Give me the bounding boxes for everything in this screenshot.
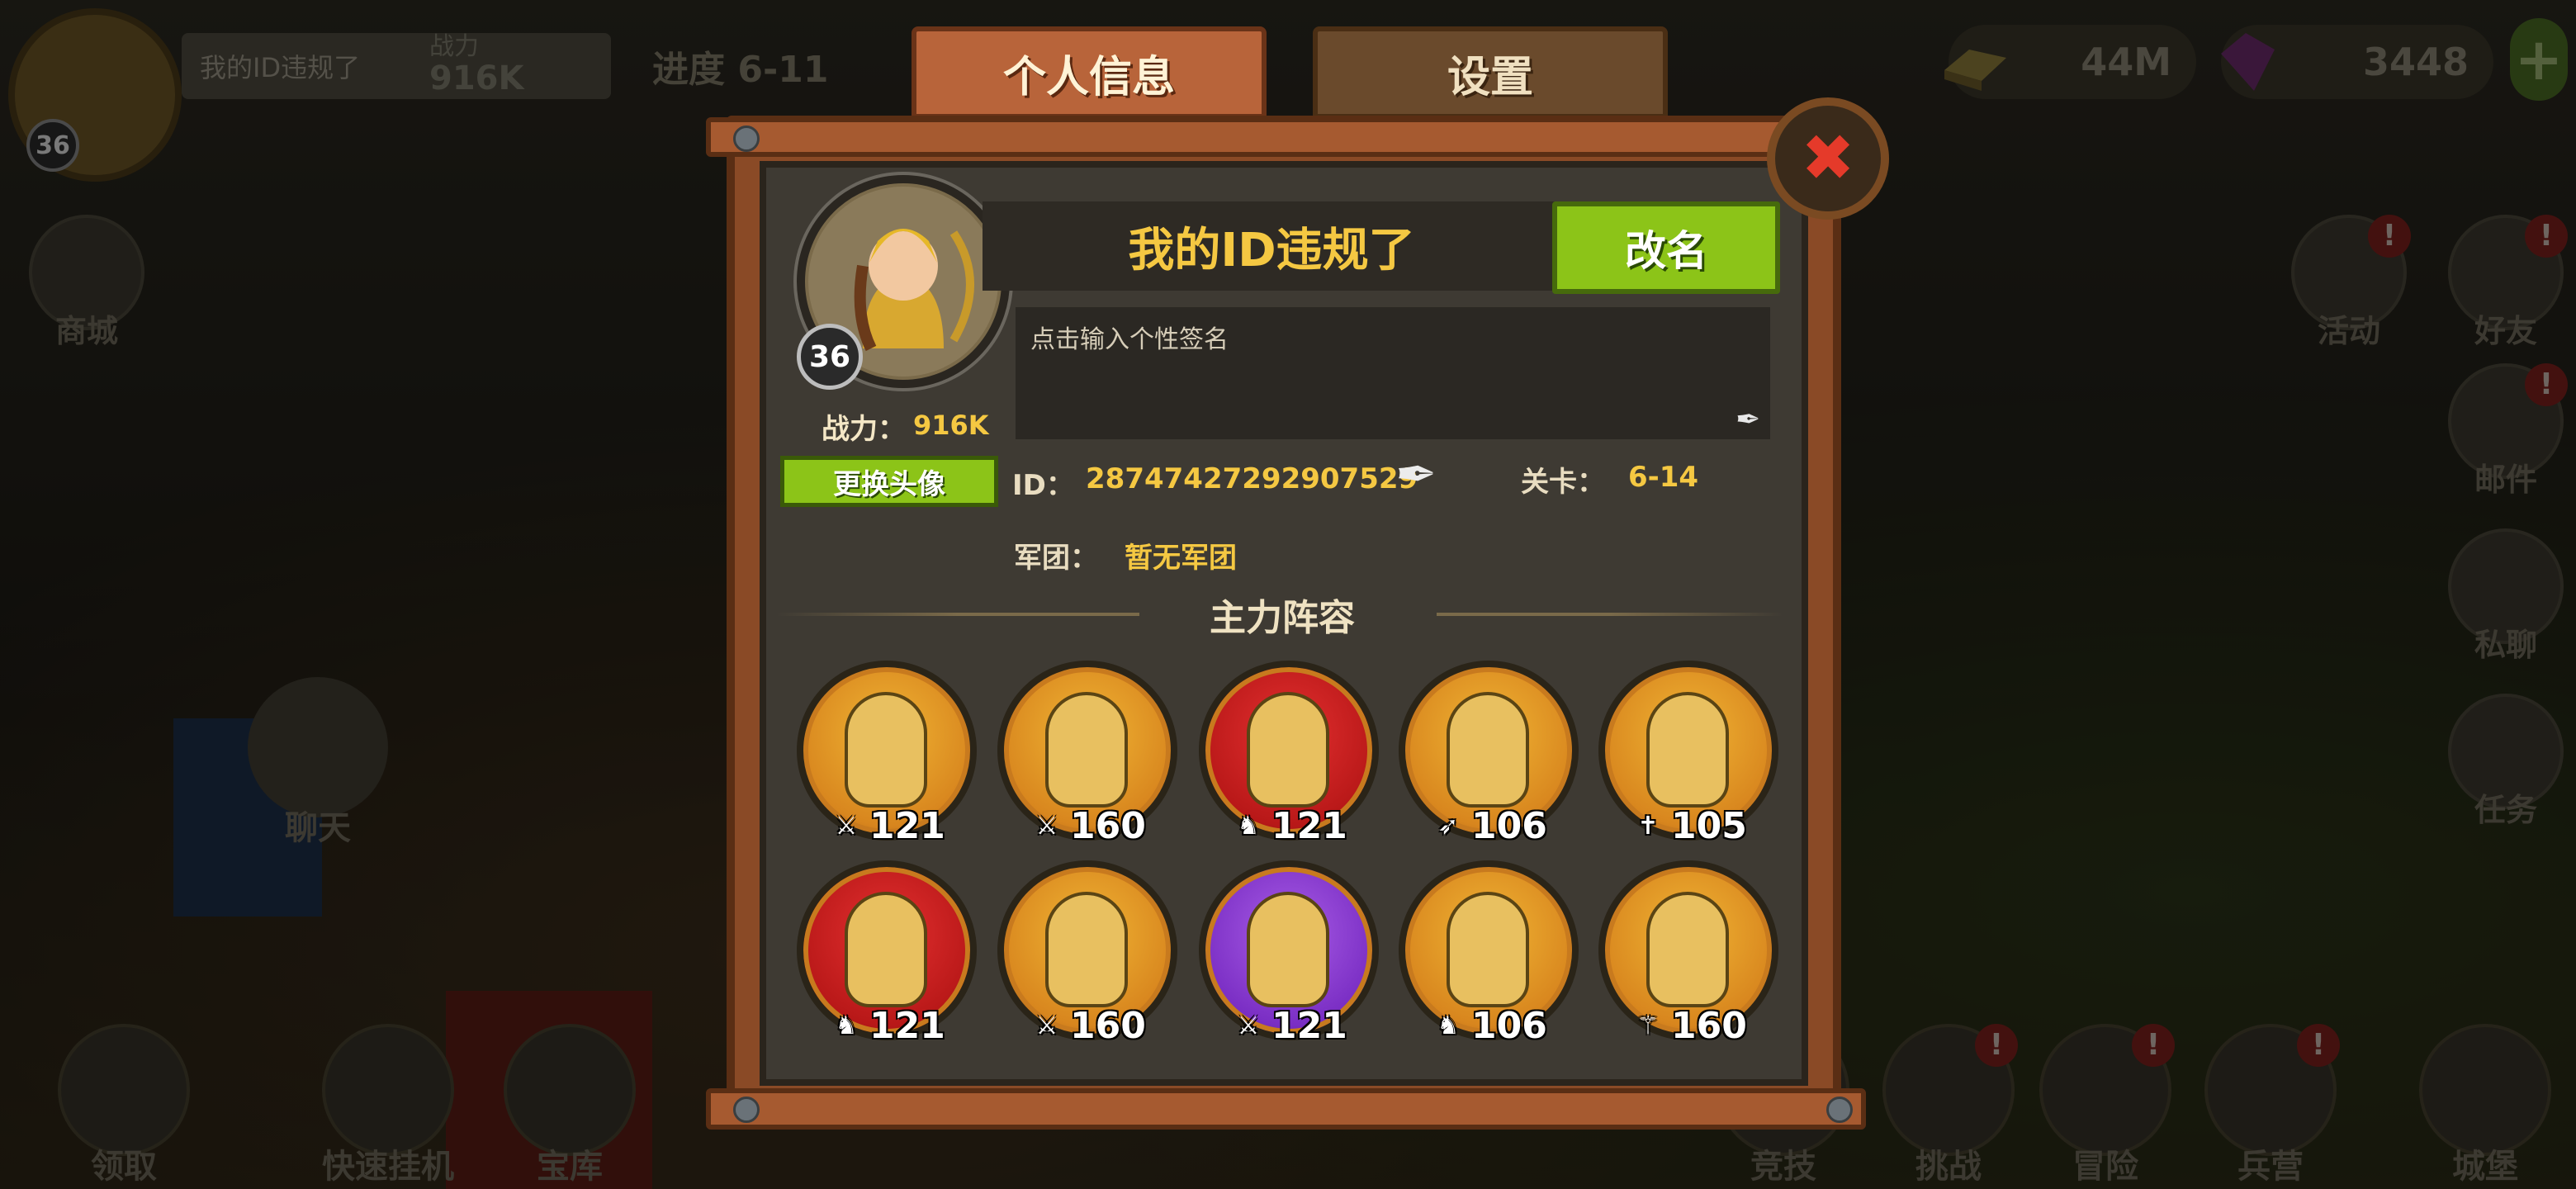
profile-name: 我的ID违规了 <box>983 201 1560 291</box>
hero-level: ⚔ 121 <box>833 803 973 849</box>
hero-level: ✝ 105 <box>1635 803 1775 849</box>
id-value: 2874742729290752­9 <box>1086 462 1418 495</box>
sword-icon: ⚔ <box>835 811 858 841</box>
hero-level: ⚔ 160 <box>1034 803 1174 849</box>
hero-level: ⚚ 160 <box>1635 1002 1775 1049</box>
stage-label: 关卡： <box>1521 466 1605 499</box>
hero-level-value: 121 <box>869 804 945 847</box>
stage-value: 6-14 <box>1628 461 1699 494</box>
sword-icon: ⚔ <box>1237 1011 1260 1040</box>
hero-level-value: 121 <box>1271 804 1347 847</box>
copy-id-quill-icon[interactable]: ✒ <box>1395 446 1437 504</box>
hero-level: ➶ 106 <box>1435 803 1575 849</box>
signature-input[interactable]: 点击输入个性签名 <box>1016 307 1770 439</box>
staff-icon: ⚚ <box>1636 1011 1660 1040</box>
legion-value: 暂无军团 <box>1125 542 1237 575</box>
hero-figure-icon <box>1247 892 1329 1007</box>
legion-label: 军团： <box>1014 542 1098 575</box>
hero-slot[interactable]: ➶ 106 <box>1399 661 1580 859</box>
hero-slot[interactable]: ♞ 121 <box>1199 661 1380 859</box>
hero-slot[interactable]: ⚔ 160 <box>997 661 1179 859</box>
hero-level-value: 160 <box>1070 804 1146 847</box>
sword-icon: ⚔ <box>1035 811 1058 841</box>
close-icon: ✖ <box>1801 121 1855 196</box>
hero-level-value: 121 <box>869 1004 945 1047</box>
change-avatar-button[interactable]: 更换头像 <box>780 456 998 507</box>
hero-level: ⚔ 121 <box>1235 1002 1376 1049</box>
bow-icon: ➶ <box>1437 811 1459 841</box>
profile-level-badge: 36 <box>797 324 863 390</box>
horse-icon: ♞ <box>1237 811 1260 841</box>
lineup-title: 主力阵容 <box>1210 597 1355 639</box>
horse-icon: ♞ <box>835 1011 858 1040</box>
hero-figure-icon <box>1247 692 1329 808</box>
nail-icon <box>1826 1097 1853 1123</box>
frame-top-beam <box>706 117 1866 157</box>
hero-figure-icon <box>1447 692 1529 808</box>
hero-slot[interactable]: ⚚ 160 <box>1598 860 1780 1059</box>
power-label: 战力： <box>822 413 906 446</box>
hero-slot[interactable]: ✝ 105 <box>1598 661 1780 859</box>
rename-button[interactable]: 改名 <box>1552 201 1780 294</box>
hero-level: ♞ 106 <box>1435 1002 1575 1049</box>
frame-bottom-beam <box>706 1088 1866 1130</box>
hero-level: ♞ 121 <box>833 1002 973 1049</box>
hero-level: ⚔ 160 <box>1034 1002 1174 1049</box>
edit-signature-quill-icon[interactable]: ✒ <box>1735 403 1769 437</box>
hero-slot[interactable]: ⚔ 121 <box>797 661 978 859</box>
section-divider-left <box>776 613 1139 616</box>
hero-level-value: 106 <box>1471 1004 1547 1047</box>
hero-level-value: 105 <box>1671 804 1747 847</box>
hero-level-value: 106 <box>1471 804 1547 847</box>
hero-figure-icon <box>845 892 927 1007</box>
hero-figure-icon <box>1045 692 1128 808</box>
hero-figure-icon <box>1447 892 1529 1007</box>
hero-slot[interactable]: ⚔ 160 <box>997 860 1179 1059</box>
hero-slot[interactable]: ⚔ 121 <box>1199 860 1380 1059</box>
hero-figure-icon <box>1646 892 1729 1007</box>
id-label: ID： <box>1012 469 1074 502</box>
hero-slot[interactable]: ♞ 121 <box>797 860 978 1059</box>
hero-level-value: 160 <box>1671 1004 1747 1047</box>
hero-figure-icon <box>1646 692 1729 808</box>
hero-slot[interactable]: ♞ 106 <box>1399 860 1580 1059</box>
hero-figure-icon <box>845 692 927 808</box>
nail-icon <box>733 126 760 152</box>
horse-icon: ♞ <box>1437 1011 1460 1040</box>
hero-level: ♞ 121 <box>1235 803 1376 849</box>
sword-icon: ⚔ <box>1035 1011 1058 1040</box>
power-value: 916K <box>913 410 989 441</box>
hero-figure-icon <box>1045 892 1128 1007</box>
tab-profile[interactable]: 个人信息 <box>912 26 1267 119</box>
section-divider-right <box>1437 613 1783 616</box>
nail-icon <box>733 1097 760 1123</box>
close-button[interactable]: ✖ <box>1767 97 1889 220</box>
signature-placeholder: 点击输入个性签名 <box>1030 325 1229 354</box>
hero-level-value: 160 <box>1070 1004 1146 1047</box>
hero-level-value: 121 <box>1271 1004 1347 1047</box>
tab-settings[interactable]: 设置 <box>1313 26 1668 119</box>
cross-icon: ✝ <box>1637 811 1659 841</box>
